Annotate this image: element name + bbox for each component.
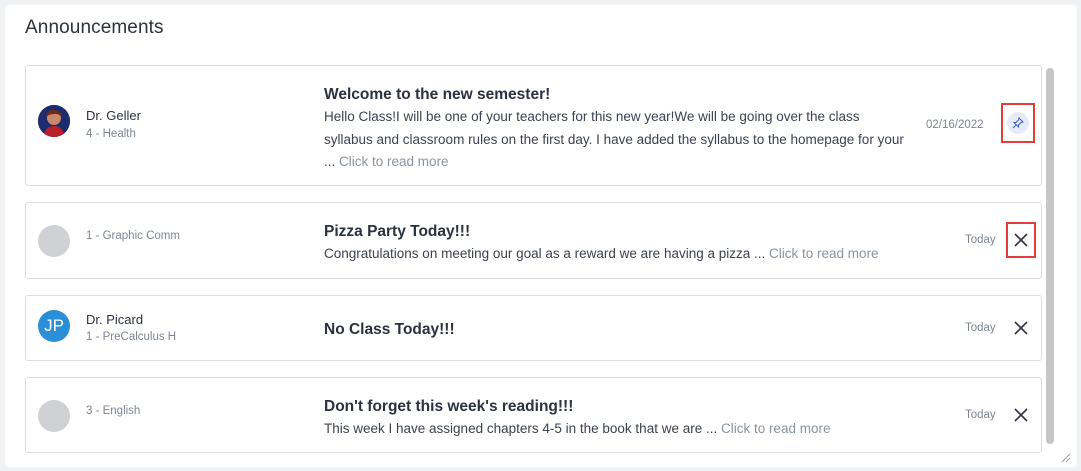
- pin-button[interactable]: [1001, 103, 1035, 143]
- read-more-link[interactable]: Click to read more: [339, 154, 449, 169]
- resize-handle-icon[interactable]: [1059, 451, 1071, 463]
- announcement-title: Don't forget this week's reading!!!: [324, 398, 574, 415]
- avatar: JP: [38, 310, 70, 342]
- announcement-body: Hello Class!I will be one of your teache…: [324, 106, 904, 174]
- announcement-date: 02/16/2022: [926, 119, 984, 131]
- announcement-text: Congratulations on meeting our goal as a…: [324, 246, 766, 261]
- close-icon: [1014, 408, 1028, 422]
- announcement-date: Today: [965, 409, 996, 421]
- dismiss-button[interactable]: [1006, 222, 1036, 258]
- close-icon: [1014, 321, 1028, 335]
- pin-icon: [1007, 112, 1029, 134]
- announcement-card[interactable]: 3 - English Don't forget this week's rea…: [25, 377, 1042, 453]
- announcement-title: Pizza Party Today!!!: [324, 223, 471, 240]
- teacher-name: Dr. Geller: [86, 108, 141, 123]
- announcement-title: No Class Today!!!: [324, 321, 455, 338]
- announcement-card[interactable]: Dr. Geller 4 - Health Welcome to the new…: [25, 65, 1042, 186]
- dismiss-button[interactable]: [1006, 397, 1036, 433]
- read-more-link[interactable]: Click to read more: [721, 421, 831, 436]
- teacher-name: Dr. Picard: [86, 312, 144, 327]
- scrollbar[interactable]: [1046, 68, 1054, 444]
- announcements-panel: Announcements Dr. Geller 4 - Health Welc…: [5, 5, 1077, 467]
- close-icon: [1014, 233, 1028, 247]
- read-more-link[interactable]: Click to read more: [769, 246, 879, 261]
- panel-title: Announcements: [25, 17, 164, 38]
- avatar: [38, 400, 70, 432]
- announcement-body: Congratulations on meeting our goal as a…: [324, 243, 904, 266]
- course-name: 1 - Graphic Comm: [86, 230, 180, 242]
- announcement-text: This week I have assigned chapters 4-5 i…: [324, 421, 718, 436]
- announcement-date: Today: [965, 322, 996, 334]
- announcement-title: Welcome to the new semester!: [324, 86, 551, 103]
- course-name: 1 - PreCalculus H: [86, 331, 177, 343]
- announcement-body: This week I have assigned chapters 4-5 i…: [324, 418, 904, 441]
- announcement-date: Today: [965, 234, 996, 246]
- announcement-card[interactable]: 1 - Graphic Comm Pizza Party Today!!! Co…: [25, 202, 1042, 279]
- dismiss-button[interactable]: [1006, 310, 1036, 346]
- course-name: 3 - English: [86, 405, 141, 417]
- teacher-photo-icon: [38, 105, 70, 137]
- avatar: [38, 105, 70, 137]
- announcement-card[interactable]: JP Dr. Picard 1 - PreCalculus H No Class…: [25, 295, 1042, 361]
- course-name: 4 - Health: [86, 128, 136, 140]
- avatar: [38, 225, 70, 257]
